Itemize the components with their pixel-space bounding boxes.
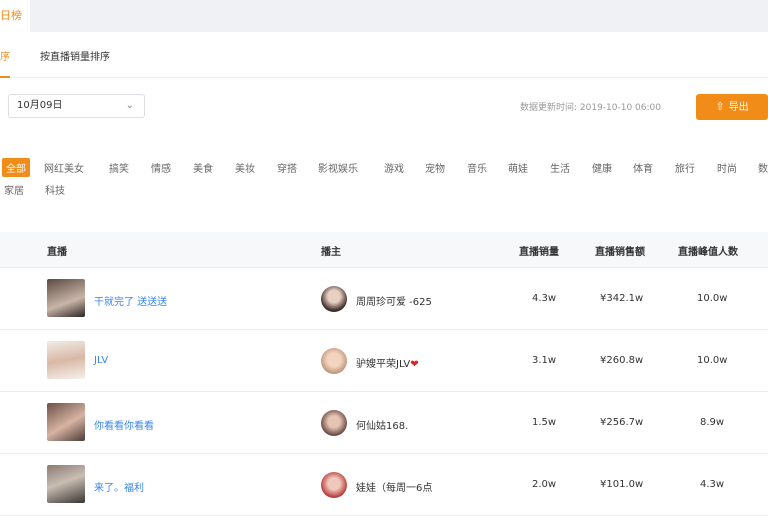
category-item[interactable]: 家居 [4,182,24,197]
sales-value: 3.1w [532,355,557,366]
column-header-sales[interactable]: 直播销量 [519,243,559,258]
tab-daily[interactable]: 日榜 [0,0,30,32]
category-item[interactable]: 游戏 [384,160,404,175]
live-title-link[interactable]: JLV [94,355,108,366]
anchor-name[interactable]: 驴嫂平荣JLV❤ [356,355,419,370]
sort-tab-active[interactable]: 序 [0,48,10,63]
export-icon: ⇧ [715,100,725,113]
active-tab-underline [0,76,10,78]
anchor-name[interactable]: 何仙姑168. [356,417,408,432]
avatar[interactable] [321,286,347,312]
category-item[interactable]: 美食 [193,160,213,175]
category-item[interactable]: 情感 [151,160,171,175]
category-item[interactable]: 体育 [633,160,653,175]
revenue-value: ¥101.0w [600,479,644,490]
sales-value: 1.5w [532,417,557,428]
heart-icon: ❤ [410,359,419,370]
category-item[interactable]: 美妆 [235,160,255,175]
sales-value: 4.3w [532,293,557,304]
category-item[interactable]: 时尚 [717,160,737,175]
live-title-link[interactable]: 干就完了 送送送 [94,293,167,308]
anchor-name-text: 驴嫂平荣JLV [356,359,411,370]
column-header-anchor[interactable]: 播主 [321,243,341,258]
column-header-live[interactable]: 直播 [47,243,67,258]
live-title-link[interactable]: 来了。福利 [94,479,144,494]
table-header: 直播 播主 直播销量 直播销售额 直播峰值人数 [0,232,768,268]
table-row[interactable]: JLV 驴嫂平荣JLV❤ 3.1w ¥260.8w 10.0w [0,330,768,392]
date-select-value: 10月09日 [17,100,63,111]
category-item[interactable]: 网红美女 [44,160,84,175]
revenue-value: ¥342.1w [600,293,644,304]
sort-tabs: 序 按直播销量排序 [0,32,768,78]
anchor-name[interactable]: 周周珍可爱 -625 [356,293,432,308]
category-item[interactable]: 宠物 [425,160,445,175]
live-thumbnail[interactable] [47,465,85,503]
category-item[interactable]: 穿搭 [277,160,297,175]
category-item[interactable]: 生活 [550,160,570,175]
table-row[interactable]: 干就完了 送送送 周周珍可爱 -625 4.3w ¥342.1w 10.0w [0,268,768,330]
category-item[interactable]: 萌娃 [508,160,528,175]
anchor-name[interactable]: 娃娃（每周一6点 [356,479,432,494]
revenue-value: ¥260.8w [600,355,644,366]
chevron-down-icon: ⌄ [125,100,134,111]
category-item[interactable]: 数码 [758,160,768,175]
revenue-value: ¥256.7w [600,417,644,428]
live-thumbnail[interactable] [47,341,85,379]
export-label: 导出 [728,102,749,113]
top-bar: 日榜 [0,0,768,32]
category-item[interactable]: 音乐 [467,160,487,175]
table-row[interactable]: 来了。福利 娃娃（每周一6点 2.0w ¥101.0w 4.3w [0,454,768,516]
avatar[interactable] [321,410,347,436]
table-row[interactable]: 你看看你看看 何仙姑168. 1.5w ¥256.7w 8.9w [0,392,768,454]
live-thumbnail[interactable] [47,403,85,441]
category-item[interactable]: 健康 [592,160,612,175]
peak-value: 4.3w [700,479,725,490]
sales-value: 2.0w [532,479,557,490]
export-button[interactable]: ⇧ 导出 [696,94,768,120]
category-item[interactable]: 旅行 [675,160,695,175]
avatar[interactable] [321,348,347,374]
category-item[interactable]: 搞笑 [109,160,129,175]
live-title-link[interactable]: 你看看你看看 [94,417,154,432]
peak-value: 10.0w [697,293,728,304]
peak-value: 10.0w [697,355,728,366]
avatar[interactable] [321,472,347,498]
update-time: 数据更新时间: 2019-10-10 06:00 [520,103,661,113]
category-item[interactable]: 影视娱乐 [318,160,358,175]
live-thumbnail[interactable] [47,279,85,317]
column-header-revenue[interactable]: 直播销售额 [595,243,645,258]
category-item[interactable]: 科技 [45,182,65,197]
peak-value: 8.9w [700,417,725,428]
date-select[interactable]: 10月09日 ⌄ [8,94,145,118]
category-all[interactable]: 全部 [2,158,30,177]
column-header-peak-viewers[interactable]: 直播峰值人数 [678,243,738,258]
sort-tab-by-sales[interactable]: 按直播销量排序 [40,48,110,63]
